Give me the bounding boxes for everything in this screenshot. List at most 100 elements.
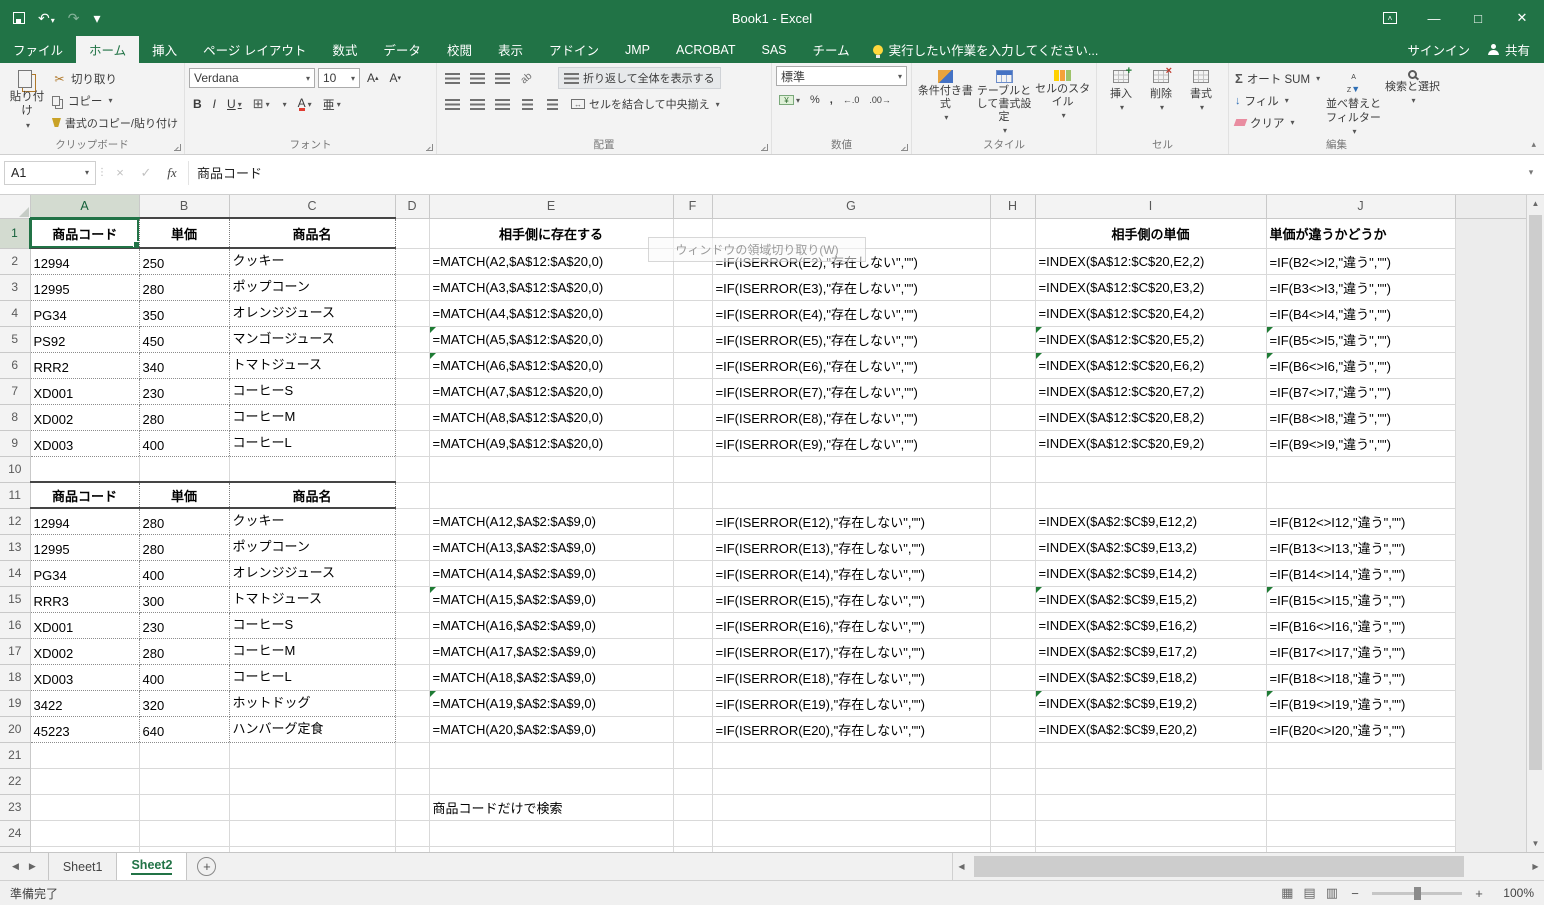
cell-C16[interactable]: コーヒーS [229,612,395,638]
zoom-in-button[interactable]: + [1472,886,1486,901]
horizontal-scroll-track[interactable] [970,853,1527,880]
cell-D11[interactable] [395,482,429,508]
column-header-J[interactable]: J [1266,195,1455,218]
cell-G18[interactable]: =IF(ISERROR(E18),"存在しない","") [712,664,990,690]
row-header-7[interactable]: 7 [0,378,30,404]
cell-E7[interactable]: =MATCH(A7,$A$12:$A$20,0) [429,378,673,404]
cell-C7[interactable]: コーヒーS [229,378,395,404]
sheet-tab-sheet1[interactable]: Sheet1 [48,853,118,880]
cell-G9[interactable]: =IF(ISERROR(E9),"存在しない","") [712,430,990,456]
cell-C17[interactable]: コーヒーM [229,638,395,664]
cell-H6[interactable] [990,352,1035,378]
row-header-9[interactable]: 9 [0,430,30,456]
ribbon-tab-4[interactable]: 数式 [319,36,370,63]
increase-font-size-icon[interactable]: A▴ [363,68,383,88]
collapse-ribbon-icon[interactable]: ▴ [1531,139,1536,150]
ribbon-tab-6[interactable]: 校閲 [434,36,485,63]
decrease-font-size-icon[interactable]: A▾ [386,68,406,88]
format-cells-button[interactable]: 書式▾ [1181,66,1221,136]
cell-A3[interactable]: 12995 [30,274,139,300]
tell-me-box[interactable]: 実行したい作業を入力してください... [873,36,1099,63]
cell-B4[interactable]: 350 [139,300,229,326]
cell-J9[interactable]: =IF(B9<>I9,"違う","") [1266,430,1455,456]
cell-F9[interactable] [673,430,712,456]
ribbon-display-options-icon[interactable]: ˄ [1368,0,1412,36]
cell-H13[interactable] [990,534,1035,560]
cell-E4[interactable]: =MATCH(A4,$A$12:$A$20,0) [429,300,673,326]
cell-I25[interactable] [1035,846,1266,852]
cell-H24[interactable] [990,820,1035,846]
scroll-up-icon[interactable]: ▲ [1527,195,1544,212]
cell-B14[interactable]: 400 [139,560,229,586]
cell-A23[interactable] [30,794,139,820]
minimize-button[interactable]: — [1412,0,1456,36]
redo-icon[interactable]: ↷ [68,11,80,25]
cell-B10[interactable] [139,456,229,482]
row-header-15[interactable]: 15 [0,586,30,612]
cell-I14[interactable]: =INDEX($A$2:$C$9,E14,2) [1035,560,1266,586]
cell-I21[interactable] [1035,742,1266,768]
cell-C22[interactable] [229,768,395,794]
font-color-button[interactable]: A▾ [294,94,316,114]
cell-J12[interactable]: =IF(B12<>I12,"違う","") [1266,508,1455,534]
cell-G15[interactable]: =IF(ISERROR(E15),"存在しない","") [712,586,990,612]
underline-button[interactable]: U▾ [223,94,246,114]
cell-C11[interactable]: 商品名 [229,482,395,508]
cell-E9[interactable]: =MATCH(A9,$A$12:$A$20,0) [429,430,673,456]
center-icon[interactable] [466,94,488,115]
cell-C9[interactable]: コーヒーL [229,430,395,456]
copy-button[interactable]: コピー▾ [50,90,180,111]
cell-F24[interactable] [673,820,712,846]
cell-B23[interactable] [139,794,229,820]
share-button[interactable]: 共有 [1488,40,1530,59]
ribbon-tab-3[interactable]: ページ レイアウト [190,36,319,63]
cell-I15[interactable]: =INDEX($A$2:$C$9,E15,2) [1035,586,1266,612]
cell-B21[interactable] [139,742,229,768]
cell-I8[interactable]: =INDEX($A$12:$C$20,E8,2) [1035,404,1266,430]
zoom-slider-thumb[interactable] [1414,887,1421,900]
enter-icon[interactable]: ✓ [134,161,158,185]
cell-A10[interactable] [30,456,139,482]
sign-in-button[interactable]: サインイン [1407,40,1470,59]
cell-F17[interactable] [673,638,712,664]
cell-D6[interactable] [395,352,429,378]
number-dialog-launcher-icon[interactable] [901,144,908,151]
merge-center-button[interactable]: ↔セルを結合して中央揃え▾ [566,93,725,115]
cell-H20[interactable] [990,716,1035,742]
cell-D7[interactable] [395,378,429,404]
cell-J2[interactable]: =IF(B2<>I2,"違う","") [1266,248,1455,274]
cell-J14[interactable]: =IF(B14<>I14,"違う","") [1266,560,1455,586]
cell-H9[interactable] [990,430,1035,456]
accounting-format-button[interactable]: ¥▾ [776,90,803,110]
cell-H25[interactable] [990,846,1035,852]
cell-E23[interactable]: 商品コードだけで検索 [429,794,673,820]
row-header-11[interactable]: 11 [0,482,30,508]
cell-H10[interactable] [990,456,1035,482]
cell-H16[interactable] [990,612,1035,638]
cell-F19[interactable] [673,690,712,716]
cell-G5[interactable]: =IF(ISERROR(E5),"存在しない","") [712,326,990,352]
column-header-B[interactable]: B [139,195,229,218]
cell-F25[interactable] [673,846,712,852]
cell-I6[interactable]: =INDEX($A$12:$C$20,E6,2) [1035,352,1266,378]
cell-B25[interactable] [139,846,229,852]
cell-A8[interactable]: XD002 [30,404,139,430]
cell-H3[interactable] [990,274,1035,300]
cell-D21[interactable] [395,742,429,768]
row-header-21[interactable]: 21 [0,742,30,768]
cell-I10[interactable] [1035,456,1266,482]
cell-G14[interactable]: =IF(ISERROR(E14),"存在しない","") [712,560,990,586]
clear-button[interactable]: クリア▾ [1233,112,1322,133]
cell-J15[interactable]: =IF(B15<>I15,"違う","") [1266,586,1455,612]
sort-filter-button[interactable]: AZ▼並べ替えとフィルター▾ [1322,66,1385,136]
cell-B22[interactable] [139,768,229,794]
cell-F14[interactable] [673,560,712,586]
percent-style-button[interactable]: % [807,90,823,110]
ribbon-tab-0[interactable]: ファイル [0,36,76,63]
cell-E5[interactable]: =MATCH(A5,$A$12:$A$20,0) [429,326,673,352]
cell-C20[interactable]: ハンバーグ定食 [229,716,395,742]
row-header-16[interactable]: 16 [0,612,30,638]
conditional-formatting-button[interactable]: 条件付き書式▾ [916,66,975,136]
cell-C21[interactable] [229,742,395,768]
insert-function-icon[interactable]: fx [160,161,184,185]
